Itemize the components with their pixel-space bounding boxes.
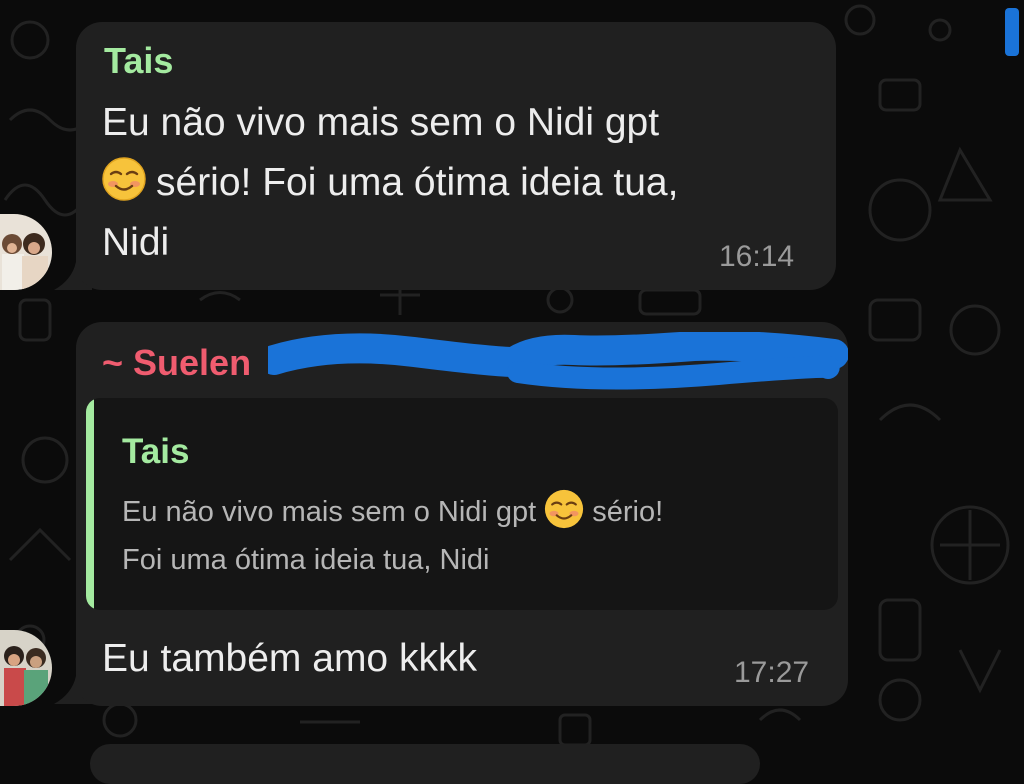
message-bubble-partial[interactable]: [90, 744, 760, 784]
quoted-text-line-2: Foi uma ótima ideia tua, Nidi: [122, 544, 490, 576]
quote-accent-bar: [86, 398, 94, 610]
message-bubble-suelen[interactable]: ~ Suelen Tais Eu não vivo mais sem o Nid…: [76, 322, 848, 706]
message-text-line-2: sério! Foi uma ótima ideia tua,: [102, 152, 678, 214]
smiling-face-icon: [545, 489, 584, 529]
sender-name: Tais: [104, 40, 174, 81]
sender-name: ~ Suelen: [102, 342, 252, 383]
message-bubble-tais[interactable]: Tais Eu não vivo mais sem o Nidi gpt sér…: [76, 22, 836, 290]
quoted-text-line-1-tail: sério!: [592, 496, 664, 528]
quoted-text-line-1: Eu não vivo mais sem o Nidi gpt sério!: [122, 488, 663, 536]
message-text: Eu também amo kkkk: [102, 637, 477, 680]
screen-edge-marker: [1005, 8, 1019, 56]
redaction-scribble: [268, 332, 848, 390]
message-text-line-3: Nidi: [102, 221, 170, 264]
message-text-line-2-body: sério! Foi uma ótima ideia tua,: [156, 161, 679, 204]
quoted-message[interactable]: Tais Eu não vivo mais sem o Nidi gpt sér…: [86, 398, 838, 610]
smiling-face-icon: [102, 157, 146, 201]
message-text-line-1: Eu não vivo mais sem o Nidi gpt: [102, 101, 660, 144]
message-timestamp: 17:27: [734, 656, 810, 689]
quoted-text-line-1-body: Eu não vivo mais sem o Nidi gpt: [122, 496, 537, 528]
message-timestamp: 16:14: [719, 240, 795, 273]
quoted-sender-name: Tais: [122, 432, 190, 471]
